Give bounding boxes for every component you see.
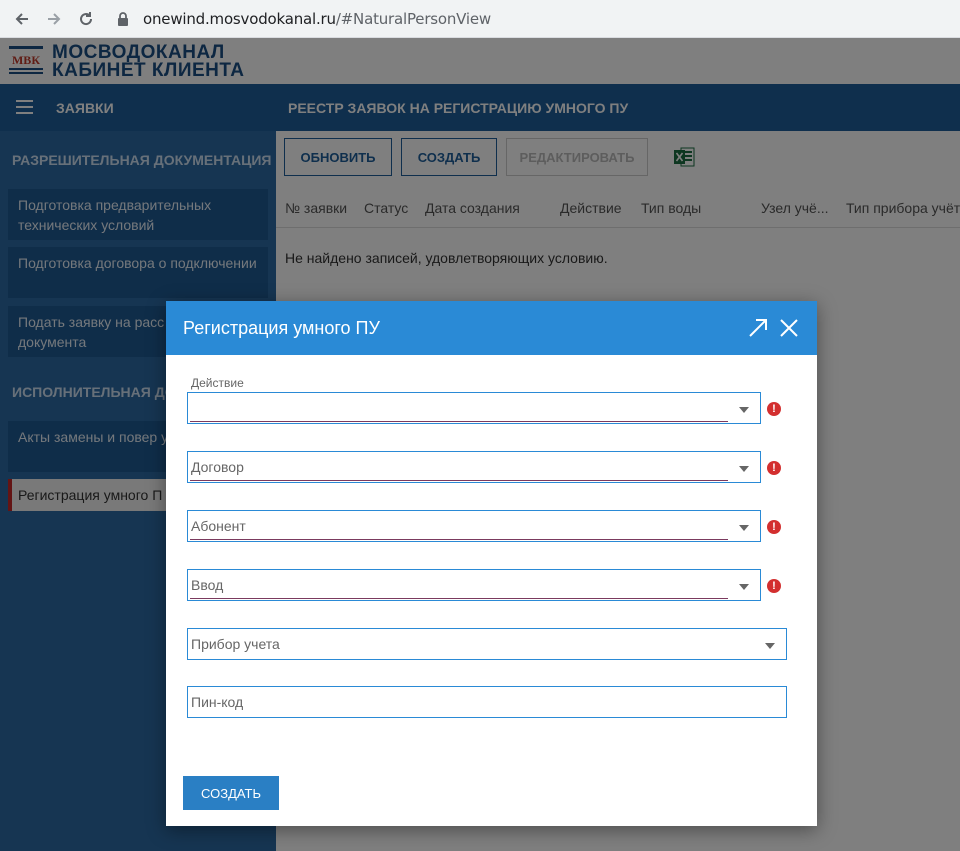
contract-select[interactable]: Договор [187,451,761,483]
action-select[interactable] [187,392,761,424]
forward-icon[interactable] [42,7,66,31]
subscriber-placeholder: Абонент [191,518,246,534]
close-icon[interactable] [779,318,799,338]
browser-toolbar: onewind.mosvodokanal.ru/#NaturalPersonVi… [0,0,960,38]
smart-meter-dialog: Регистрация умного ПУ Действие ! Договор… [166,301,817,826]
address-bar[interactable]: onewind.mosvodokanal.ru/#NaturalPersonVi… [143,10,491,28]
url-host: onewind.mosvodokanal.ru [143,10,336,28]
pin-code-placeholder: Пин-код [191,694,244,710]
input-select[interactable]: Ввод [187,569,761,601]
chevron-down-icon[interactable] [739,525,749,531]
lock-icon [118,12,128,26]
subscriber-error-icon: ! [767,520,781,534]
create-button[interactable]: СОЗДАТЬ [183,776,279,810]
input-invalid-underline [190,598,728,599]
expand-icon[interactable] [748,318,768,338]
meter-select[interactable]: Прибор учета [187,628,787,660]
contract-error-icon: ! [767,461,781,475]
dialog-title: Регистрация умного ПУ [183,318,380,338]
pin-code-input[interactable]: Пин-код [187,686,787,718]
contract-placeholder: Договор [191,459,244,475]
chevron-down-icon[interactable] [739,407,749,413]
input-placeholder: Ввод [191,577,224,593]
dialog-header: Регистрация умного ПУ [166,301,817,355]
subscriber-invalid-underline [190,539,728,540]
subscriber-select[interactable]: Абонент [187,510,761,542]
action-invalid-underline [190,421,728,422]
back-icon[interactable] [10,7,34,31]
action-error-icon: ! [767,402,781,416]
url-path: /#NaturalPersonView [335,10,491,28]
meter-placeholder: Прибор учета [191,636,280,652]
input-error-icon: ! [767,579,781,593]
action-label: Действие [191,376,244,390]
chevron-down-icon[interactable] [765,643,775,649]
contract-invalid-underline [190,480,728,481]
reload-icon[interactable] [74,7,98,31]
chevron-down-icon[interactable] [739,584,749,590]
chevron-down-icon[interactable] [739,466,749,472]
